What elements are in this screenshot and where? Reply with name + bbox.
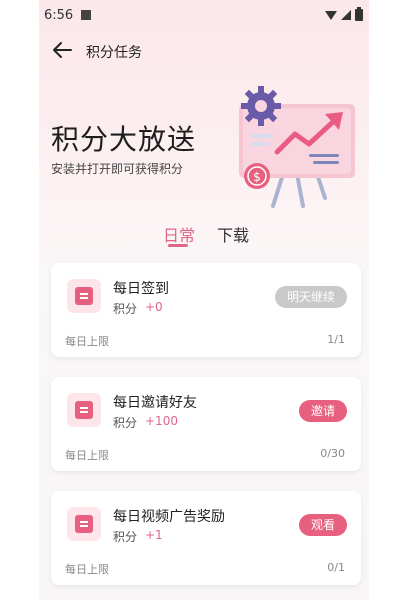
daily-limit-value: 0/30 — [320, 447, 345, 460]
watch-button[interactable]: 观看 — [298, 514, 347, 536]
task-document-icon — [67, 507, 101, 541]
task-card: 每日邀请好友 积分 +100 邀请 每日上限 0/30 — [51, 377, 361, 471]
task-points-value: +100 — [145, 414, 178, 428]
task-points-label: 积分 — [113, 302, 138, 316]
back-arrow-icon[interactable] — [51, 41, 75, 61]
task-card: 每日签到 积分 +0 明天继续 每日上限 1/1 — [51, 263, 361, 357]
svg-text:$: $ — [253, 170, 261, 184]
system-icons — [325, 7, 363, 21]
task-name: 每日视频广告奖励 — [113, 509, 225, 525]
daily-limit-label: 每日上限 — [65, 563, 109, 576]
daily-limit-label: 每日上限 — [65, 449, 109, 462]
hero-subtitle: 安装并打开即可获得积分 — [51, 162, 184, 176]
presentation-board-illustration: $ — [221, 82, 361, 216]
battery-icon — [355, 7, 363, 21]
tab-download[interactable]: 下载 — [217, 222, 249, 246]
daily-limit-label: 每日上限 — [65, 335, 109, 348]
task-name: 每日邀请好友 — [113, 395, 197, 411]
task-points-value: +1 — [145, 528, 163, 542]
continue-tomorrow-button: 明天继续 — [274, 286, 347, 308]
status-bar: 6:56 — [39, 0, 369, 30]
task-points-label: 积分 — [113, 530, 138, 544]
app-screen: 6:56 积分任务 积分大放送 安装并打开即可获得积分 $ 日常 下载 每日签到… — [39, 0, 369, 600]
task-points-label: 积分 — [113, 416, 138, 430]
wifi-icon — [325, 10, 337, 20]
invite-button[interactable]: 邀请 — [298, 400, 347, 422]
daily-limit-value: 1/1 — [327, 333, 345, 346]
notification-icon — [81, 10, 91, 20]
task-card: 每日视频广告奖励 积分 +1 观看 每日上限 0/1 — [51, 491, 361, 585]
task-name: 每日签到 — [113, 281, 169, 297]
signal-icon — [341, 10, 351, 20]
status-time: 6:56 — [44, 8, 74, 23]
hero-title: 积分大放送 — [51, 123, 197, 156]
page-title: 积分任务 — [86, 45, 142, 61]
task-document-icon — [67, 393, 101, 427]
task-document-icon — [67, 279, 101, 313]
tab-daily[interactable]: 日常 — [163, 222, 195, 246]
task-points-value: +0 — [145, 300, 163, 314]
daily-limit-value: 0/1 — [327, 561, 345, 574]
active-tab-indicator — [168, 244, 188, 247]
